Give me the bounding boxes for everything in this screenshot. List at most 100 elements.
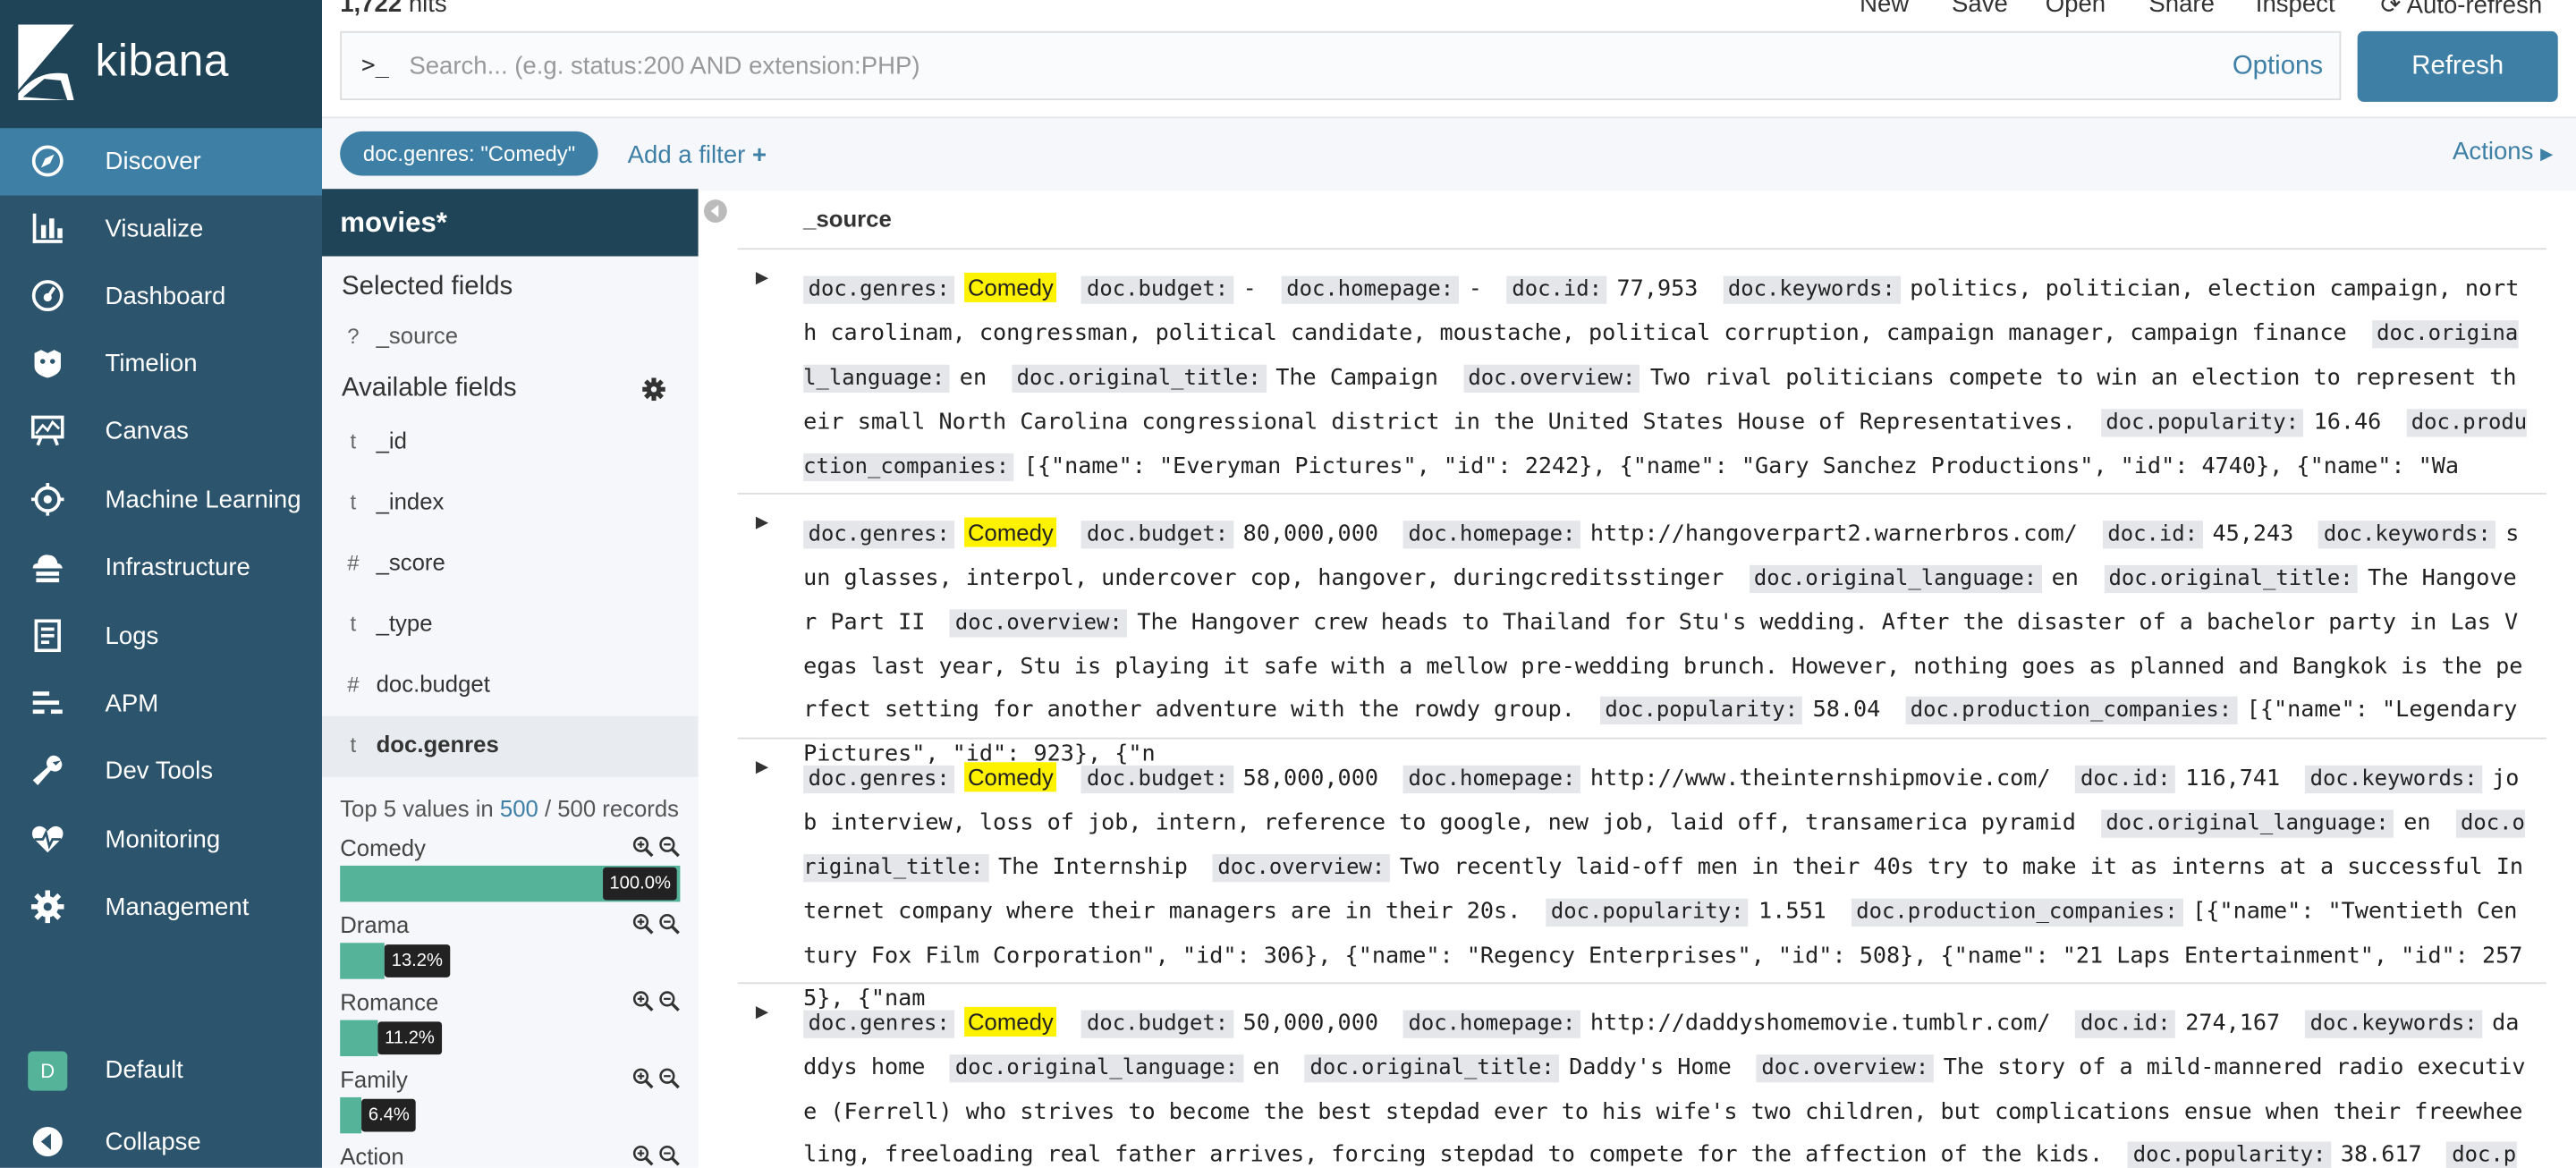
zoom-in-icon[interactable] [632,1068,654,1089]
value-percent: 11.2% [377,1021,442,1055]
doc-field-value: 58,000,000 [1242,765,1378,792]
nav-monitoring[interactable]: Monitoring [0,807,322,874]
value-name: Action [340,1143,404,1168]
doc-field-key: doc.keywords: [2318,521,2496,549]
machine-learning-icon [30,482,64,516]
refresh-cycle-icon: ⟳ [2380,0,2402,21]
doc-row: ▶ doc.genres: Comedy doc.budget: - doc.hom… [737,250,2546,495]
field-value-row: Action [322,1143,699,1168]
field-item-selected[interactable]: t doc.genres [321,715,699,777]
field-item[interactable]: # _score [322,534,699,595]
nav-visualize[interactable]: Visualize [0,196,322,263]
doc-field-key: doc.genres: [803,765,955,794]
doc-field-value: 45,243 [2212,521,2294,547]
doc-field-value-highlight: Comedy [964,1006,1057,1037]
doc-field-value: - [1468,275,1482,302]
logo[interactable]: kibana [0,0,322,129]
field-type-icon: ? [347,323,360,349]
field-item[interactable]: ? _source [322,307,699,368]
doc-field-key: doc.original_language: [2100,809,2394,838]
doc-field-key: doc.keywords: [2305,765,2483,794]
doc-field-key: doc.original_title: [2103,564,2359,594]
search-input[interactable] [409,49,2183,82]
expand-row-icon[interactable]: ▶ [756,269,768,287]
nav-label: Monitoring [105,825,221,855]
refresh-button[interactable]: Refresh [2357,30,2558,102]
nav-machine-learning[interactable]: Machine Learning [0,467,322,534]
top5-count-link[interactable]: 500 [500,795,538,821]
doc-field-value: http://hangoverpart2.warnerbros.com/ [1589,521,2078,547]
value-bar [340,943,386,979]
collapse-button[interactable]: Collapse [0,1109,322,1168]
zoom-in-icon[interactable] [632,991,654,1012]
nav-logs[interactable]: Logs [0,603,322,670]
doc-row: ▶ doc.genres: Comedy doc.budget: 80,000,00… [737,495,2546,767]
collapse-arrow-icon [32,1126,63,1157]
expand-row-icon[interactable]: ▶ [756,1003,768,1021]
field-item[interactable]: t _type [322,595,699,656]
doc-field-key: doc.keywords: [2305,1010,2483,1038]
heartbeat-icon [32,825,64,853]
zoom-out-icon[interactable] [659,836,681,858]
add-filter-link[interactable]: Add a filter + [628,141,767,169]
zoom-in-icon[interactable] [632,836,654,858]
top5-prefix: Top 5 values in [340,794,494,822]
zoom-in-icon[interactable] [632,913,654,935]
doc-field-value: 16.46 [2313,409,2382,436]
collapse-sidebar-icon[interactable] [703,199,728,224]
hits-count: 1,722 hits [340,0,447,18]
infrastructure-icon [32,554,63,583]
doc-field-value: Daddy's Home [1569,1054,1732,1081]
index-pattern-name: movies* [340,207,447,239]
query-prompt-icon: >_ [361,52,390,80]
menu-auto-refresh[interactable]: ⟳ Auto-refresh [2380,0,2542,20]
nav-dev-tools[interactable]: Dev Tools [0,738,322,805]
add-filter-label: Add a filter [627,140,746,170]
wrench-icon [32,755,63,785]
zoom-in-icon[interactable] [632,1145,654,1166]
expand-row-icon[interactable]: ▶ [756,514,768,532]
dashboard-icon [31,280,64,312]
menu-open[interactable]: Open [2046,0,2106,18]
zoom-out-icon[interactable] [659,991,681,1012]
space-avatar: D [28,1051,68,1091]
field-item[interactable]: # doc.budget [322,656,699,716]
nav-discover[interactable]: Discover [0,128,322,196]
doc-field-key: doc.overview: [1756,1054,1934,1083]
field-item[interactable]: t _id [322,412,699,473]
menu-new[interactable]: New [1860,0,1909,18]
value-percent: 6.4% [361,1098,417,1132]
compass-icon [31,145,64,177]
doc-field-key: doc.homepage: [1402,1010,1580,1038]
doc-source: doc.genres: Comedy doc.budget: 80,000,000 … [803,511,2529,775]
zoom-out-icon[interactable] [659,1145,681,1166]
nav-canvas[interactable]: Canvas [0,397,322,464]
menu-share[interactable]: Share [2148,0,2215,18]
plus-icon: + [752,140,767,170]
doc-field-key: doc.popularity: [2100,409,2304,437]
nav-label: Visualize [105,215,204,243]
zoom-out-icon[interactable] [659,913,681,935]
actions-link[interactable]: Actions ▶ [2453,138,2553,165]
expand-row-icon[interactable]: ▶ [756,759,768,777]
menu-inspect[interactable]: Inspect [2256,0,2335,18]
doc-field-key: doc.keywords: [1723,275,1901,304]
index-pattern-selector[interactable]: movies* [321,189,699,257]
doc-field-value-highlight: Comedy [964,272,1057,302]
nav-infrastructure[interactable]: Infrastructure [0,534,322,601]
nav-timelion[interactable]: Timelion [0,330,322,397]
nav-management[interactable]: Management [0,874,322,941]
menu-save[interactable]: Save [1952,0,2008,18]
nav-apm[interactable]: APM [0,670,322,737]
nav-label: Infrastructure [105,553,250,582]
zoom-out-icon[interactable] [659,1068,681,1089]
filter-pill[interactable]: doc.genres: "Comedy" [340,131,598,176]
options-link[interactable]: Options [2233,53,2323,82]
doc-field-value: http://www.theinternshipmovie.com/ [1589,765,2051,792]
selected-fields-title: Selected fields [342,272,513,301]
field-item[interactable]: t _index [322,473,699,534]
field-settings-gear-icon[interactable] [642,377,665,402]
nav-dashboard[interactable]: Dashboard [0,263,322,330]
field-name: _id [376,427,407,453]
space-selector[interactable]: D Default [0,1037,322,1104]
